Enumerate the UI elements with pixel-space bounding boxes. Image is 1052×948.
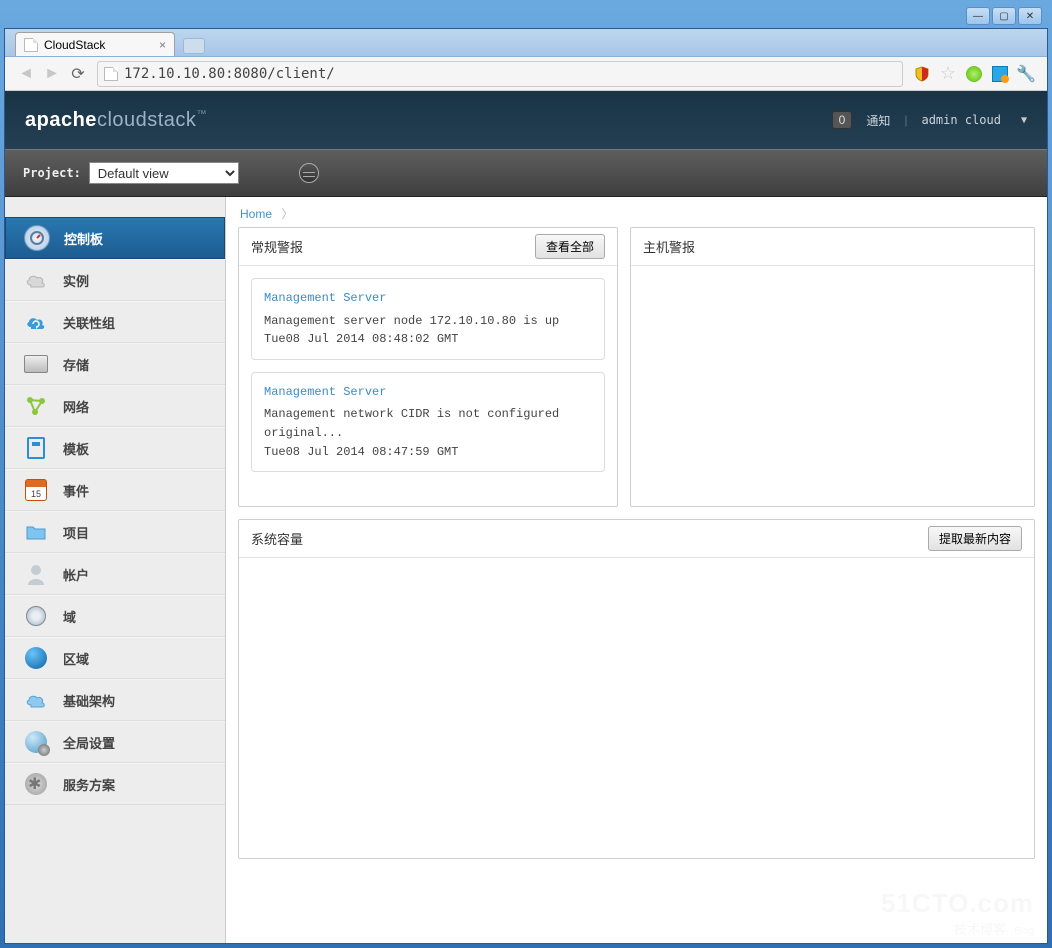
sidebar-item-label: 帐户 xyxy=(63,565,89,584)
sidebar-item-label: 模板 xyxy=(63,439,89,458)
header-separator: | xyxy=(904,113,907,127)
main-content: Home 〉 常规警报 查看全部 Management ServerManage… xyxy=(225,197,1047,943)
browser-tab[interactable]: CloudStack × xyxy=(15,32,175,56)
tab-close-icon[interactable]: × xyxy=(159,38,166,52)
sidebar-item-storage[interactable]: 存储 xyxy=(5,343,225,385)
url-text: 172.10.10.80:8080/client/ xyxy=(124,66,335,82)
tab-title: CloudStack xyxy=(44,38,105,52)
panel-title: 常规警报 xyxy=(251,237,303,256)
breadcrumb-home[interactable]: Home xyxy=(240,207,272,221)
notification-badge[interactable]: 0 xyxy=(832,111,853,129)
alert-title: Management Server xyxy=(264,383,592,402)
sidebar-item-label: 关联性组 xyxy=(63,313,115,332)
alert-timestamp: Tue08 Jul 2014 08:47:59 GMT xyxy=(264,443,592,462)
window-minimize-button[interactable]: — xyxy=(966,7,990,25)
sidebar-item-infra[interactable]: 基础架构 xyxy=(5,679,225,721)
sidebar-item-cloud-sync[interactable]: 关联性组 xyxy=(5,301,225,343)
browser-menu-icon[interactable]: 🔧 xyxy=(1016,64,1036,84)
window-maximize-button[interactable]: ▢ xyxy=(992,7,1016,25)
view-all-button[interactable]: 查看全部 xyxy=(535,234,605,259)
sidebar-item-cloud[interactable]: 实例 xyxy=(5,259,225,301)
globe-icon[interactable] xyxy=(299,163,319,183)
reload-button[interactable]: ⟳ xyxy=(67,63,89,85)
browser-tab-strip: CloudStack × xyxy=(5,29,1047,57)
sidebar-item-label: 实例 xyxy=(63,271,89,290)
refresh-capacity-button[interactable]: 提取最新内容 xyxy=(928,526,1022,551)
sidebar-item-dash[interactable]: 控制板 xyxy=(5,217,225,259)
panel-host-alerts: 主机警报 xyxy=(630,227,1035,507)
sidebar-item-zone[interactable]: 区域 xyxy=(5,637,225,679)
user-menu[interactable]: admin cloud ▼ xyxy=(921,113,1027,127)
user-name: admin cloud xyxy=(921,113,1000,127)
shield-icon[interactable] xyxy=(912,64,932,84)
page-icon xyxy=(104,67,118,81)
alert-item[interactable]: Management Server Management server node … xyxy=(251,278,605,360)
alert-timestamp: Tue08 Jul 2014 08:48:02 GMT xyxy=(264,330,592,349)
app-logo: apachecloudstack™ xyxy=(25,109,207,132)
sidebar-item-label: 服务方案 xyxy=(63,775,115,794)
browser-toolbar: ◄ ► ⟳ 172.10.10.80:8080/client/ ☆ 🔧 xyxy=(5,57,1047,91)
sidebar-item-network[interactable]: 网络 xyxy=(5,385,225,427)
bookmark-star-icon[interactable]: ☆ xyxy=(938,64,958,84)
sidebar-item-label: 网络 xyxy=(63,397,89,416)
window-title-bar: — ▢ ✕ xyxy=(4,4,1048,28)
sidebar-item-label: 存储 xyxy=(63,355,89,374)
sidebar-item-label: 基础架构 xyxy=(63,691,115,710)
sidebar-item-label: 控制板 xyxy=(64,229,103,248)
panel-title: 系统容量 xyxy=(251,529,303,548)
sidebar-item-label: 域 xyxy=(63,607,76,626)
chevron-right-icon: 〉 xyxy=(281,207,293,221)
notification-label[interactable]: 通知 xyxy=(866,112,890,129)
forward-button[interactable]: ► xyxy=(41,63,63,85)
sidebar: 控制板实例关联性组存储网络模板 15事件项目帐户域区域基础架构全局设置服务方案 xyxy=(5,197,225,943)
alert-item[interactable]: Management Server Management network CIDR… xyxy=(251,372,605,472)
sidebar-item-global[interactable]: 全局设置 xyxy=(5,721,225,763)
url-bar[interactable]: 172.10.10.80:8080/client/ xyxy=(97,61,903,87)
sidebar-item-label: 项目 xyxy=(63,523,89,542)
extension-icon[interactable] xyxy=(964,64,984,84)
panel-title: 主机警报 xyxy=(643,237,695,256)
sidebar-item-label: 区域 xyxy=(63,649,89,668)
breadcrumb: Home 〉 xyxy=(226,197,1047,227)
project-label: Project: xyxy=(23,166,81,180)
project-bar: Project: Default view xyxy=(5,149,1047,197)
page-icon xyxy=(24,38,38,52)
sidebar-item-service[interactable]: 服务方案 xyxy=(5,763,225,805)
sidebar-item-domain[interactable]: 域 xyxy=(5,595,225,637)
alert-title: Management Server xyxy=(264,289,592,308)
back-button[interactable]: ◄ xyxy=(15,63,37,85)
chevron-down-icon: ▼ xyxy=(1021,115,1027,126)
window-close-button[interactable]: ✕ xyxy=(1018,7,1042,25)
panel-system-capacity: 系统容量 提取最新内容 xyxy=(238,519,1035,859)
project-select[interactable]: Default view xyxy=(89,162,239,184)
alert-message: Management server node 172.10.10.80 is u… xyxy=(264,312,592,331)
alert-message: Management network CIDR is not configure… xyxy=(264,405,592,442)
sidebar-item-label: 事件 xyxy=(63,481,89,500)
new-tab-button[interactable] xyxy=(183,38,205,54)
sidebar-item-folder[interactable]: 项目 xyxy=(5,511,225,553)
sidebar-item-user[interactable]: 帐户 xyxy=(5,553,225,595)
app-header: apachecloudstack™ 0 通知 | admin cloud ▼ xyxy=(5,91,1047,149)
sidebar-item-event[interactable]: 15事件 xyxy=(5,469,225,511)
extension-icon-2[interactable] xyxy=(990,64,1010,84)
sidebar-item-template[interactable]: 模板 xyxy=(5,427,225,469)
panel-general-alerts: 常规警报 查看全部 Management Server Management se… xyxy=(238,227,618,507)
sidebar-item-label: 全局设置 xyxy=(63,733,115,752)
